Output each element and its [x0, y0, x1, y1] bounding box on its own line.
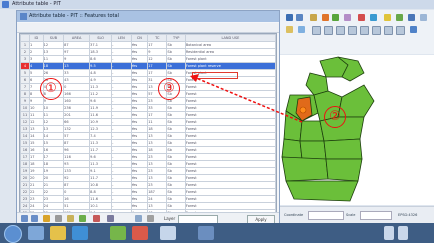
callout-2: ② [324, 106, 346, 128]
callout-arrow-line [195, 77, 303, 123]
callout-overlay [190, 74, 303, 123]
callout-arrow-head [190, 74, 199, 82]
callout-1: ① [40, 78, 62, 100]
callout-3: ③ [158, 78, 180, 100]
desktop-screen: Attribute table - PIT Attribute table - … [0, 0, 434, 243]
